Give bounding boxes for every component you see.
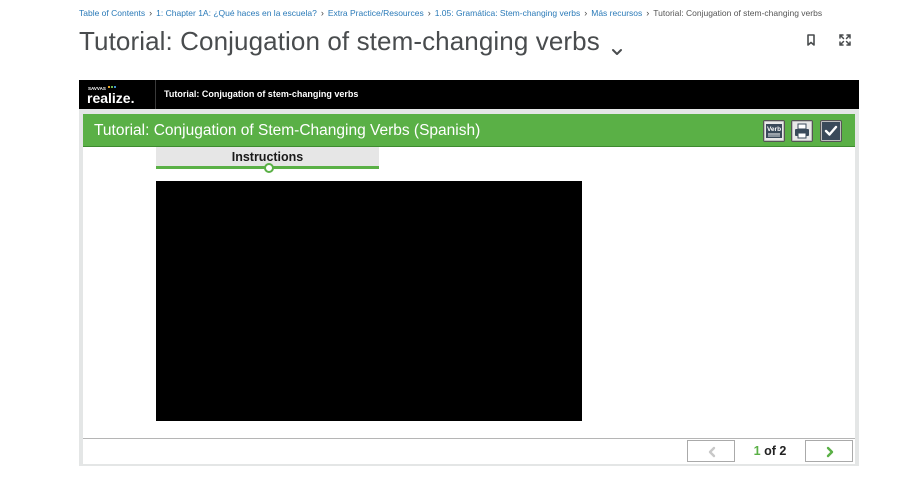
activity-title: Tutorial: Conjugation of Stem-Changing V… <box>94 122 481 139</box>
activity-title-bar: Tutorial: Conjugation of Stem-Changing V… <box>83 114 855 147</box>
page-total-label: of 2 <box>764 444 787 458</box>
page-title: Tutorial: Conjugation of stem-changing v… <box>79 24 624 58</box>
breadcrumb-separator: › <box>149 8 153 18</box>
chevron-down-icon[interactable] <box>610 35 624 55</box>
breadcrumb-extra-practice[interactable]: Extra Practice/Resources <box>328 8 424 18</box>
activity-frame: SAVVAS realize. Tutorial: Conjugation of… <box>79 80 859 466</box>
next-page-button[interactable] <box>805 440 853 462</box>
breadcrumb-table-of-contents[interactable]: Table of Contents <box>79 8 145 18</box>
page-current-number: 1 <box>753 444 761 458</box>
activity-content: Instructions <box>83 147 855 438</box>
bookmark-icon[interactable] <box>803 32 819 48</box>
header-divider <box>155 80 156 109</box>
pagination-bar: 1 of 2 <box>83 438 855 464</box>
chevron-right-icon <box>826 446 834 458</box>
breadcrumb-current: Tutorial: Conjugation of stem-changing v… <box>653 8 823 18</box>
logo-realize-text: realize. <box>87 90 134 106</box>
breadcrumb-gramatica[interactable]: 1.05: Gramática: Stem-changing verbs <box>435 8 581 18</box>
verb-button-label: Verb <box>767 126 781 133</box>
breadcrumb: Table of Contents › 1: Chapter 1A: ¿Qué ha… <box>79 6 859 20</box>
fullscreen-icon[interactable] <box>837 32 853 48</box>
page-indicator: 1 of 2 <box>735 440 805 462</box>
printer-icon <box>795 123 809 139</box>
print-button[interactable] <box>791 120 813 142</box>
breadcrumb-separator: › <box>646 8 650 18</box>
realize-header-title: Tutorial: Conjugation of stem-changing v… <box>164 89 359 99</box>
check-answer-button[interactable] <box>820 120 842 142</box>
breadcrumb-separator: › <box>320 8 324 18</box>
verb-chart-button[interactable]: Verb <box>763 120 785 142</box>
tab-progress-marker <box>264 163 274 173</box>
page-title-text: Tutorial: Conjugation of stem-changing v… <box>79 25 600 56</box>
video-player[interactable] <box>156 181 582 421</box>
breadcrumb-mas-recursos[interactable]: Más recursos <box>591 8 642 18</box>
breadcrumb-separator: › <box>584 8 588 18</box>
chevron-left-icon <box>708 446 716 458</box>
realize-header-bar: SAVVAS realize. Tutorial: Conjugation of… <box>79 80 859 109</box>
previous-page-button[interactable] <box>687 440 735 462</box>
breadcrumb-chapter[interactable]: 1: Chapter 1A: ¿Qué haces en la escuela? <box>156 8 317 18</box>
checkmark-icon <box>822 122 840 140</box>
realize-logo: SAVVAS realize. <box>86 83 148 107</box>
verb-chart-icon: Verb <box>766 124 782 138</box>
breadcrumb-separator: › <box>427 8 431 18</box>
